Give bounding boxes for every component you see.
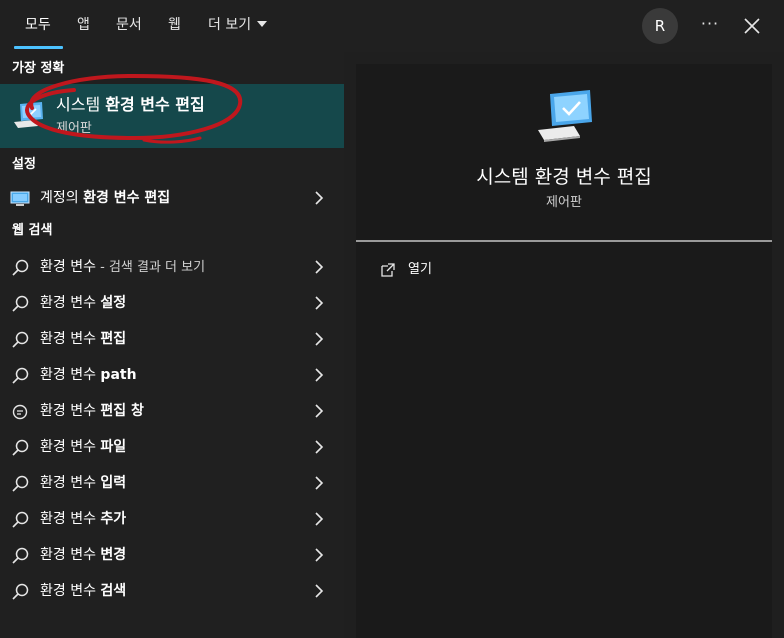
web-result-prefix: 환경 변수 bbox=[40, 439, 101, 455]
search-icon bbox=[12, 583, 29, 600]
web-result-prefix: 환경 변수 bbox=[40, 259, 96, 275]
chevron-right-icon bbox=[315, 260, 324, 274]
close-icon bbox=[744, 18, 760, 34]
web-result-label: 환경 변수 path bbox=[40, 365, 137, 385]
close-button[interactable] bbox=[740, 14, 764, 38]
more-options-button[interactable]: ··· bbox=[696, 14, 724, 38]
search-icon bbox=[12, 439, 29, 456]
search-icon bbox=[12, 511, 29, 528]
divider bbox=[356, 240, 772, 242]
web-result-label: 환경 변수 편집 bbox=[40, 329, 126, 349]
active-tab-indicator bbox=[14, 46, 63, 49]
chevron-right-icon bbox=[315, 296, 324, 310]
system-properties-icon bbox=[538, 90, 592, 142]
open-action-label: 열기 bbox=[408, 262, 432, 277]
detail-pane: 시스템 환경 변수 편집 제어판 열기 bbox=[356, 64, 772, 638]
web-result-label: 환경 변수 입력 bbox=[40, 473, 126, 493]
best-match-subtitle: 제어판 bbox=[56, 121, 92, 136]
chevron-right-icon bbox=[315, 476, 324, 490]
settings-result-label: 계정의 환경 변수 편집 bbox=[40, 188, 170, 208]
monitor-settings-icon bbox=[10, 191, 30, 206]
best-match-title-prefix: 시스템 bbox=[56, 95, 106, 114]
web-result-more[interactable]: 환경 변수 - 검색 결과 더 보기 bbox=[0, 249, 344, 285]
search-icon bbox=[12, 367, 29, 384]
tab-apps[interactable]: 앱 bbox=[77, 15, 90, 35]
search-icon bbox=[12, 259, 29, 276]
system-properties-icon bbox=[14, 102, 43, 128]
settings-result-bold: 환경 변수 편집 bbox=[83, 190, 171, 206]
chevron-right-icon bbox=[315, 368, 324, 382]
web-result-prefix: 환경 변수 bbox=[40, 511, 101, 527]
web-result-add[interactable]: 환경 변수 추가 bbox=[0, 501, 344, 537]
tab-web[interactable]: 웹 bbox=[168, 15, 181, 35]
web-result-bold: 검색 bbox=[100, 583, 127, 599]
chevron-right-icon bbox=[315, 404, 324, 418]
detail-title: 시스템 환경 변수 편집 bbox=[476, 166, 652, 188]
web-result-bold: path bbox=[100, 367, 137, 383]
web-result-settings[interactable]: 환경 변수 설정 bbox=[0, 285, 344, 321]
web-result-edit[interactable]: 환경 변수 편집 bbox=[0, 321, 344, 357]
chevron-right-icon bbox=[315, 191, 324, 205]
open-external-icon bbox=[381, 263, 395, 277]
web-result-bold: 편집 창 bbox=[100, 403, 144, 419]
tab-all[interactable]: 모두 bbox=[25, 15, 51, 35]
search-header: 모두 앱 문서 웹 더 보기 R ··· bbox=[0, 0, 784, 52]
web-result-bold: 입력 bbox=[100, 475, 127, 491]
web-result-label: 환경 변수 - 검색 결과 더 보기 bbox=[40, 257, 205, 277]
chevron-down-icon bbox=[257, 21, 268, 27]
web-result-label: 환경 변수 편집 창 bbox=[40, 401, 144, 421]
chevron-right-icon bbox=[315, 440, 324, 454]
web-result-label: 환경 변수 변경 bbox=[40, 545, 126, 565]
web-result-prefix: 환경 변수 bbox=[40, 547, 101, 563]
tab-more[interactable]: 더 보기 bbox=[208, 15, 268, 35]
web-result-bold: 설정 bbox=[100, 295, 127, 311]
web-result-path[interactable]: 환경 변수 path bbox=[0, 357, 344, 393]
results-pane: 가장 정확 시스템 환경 변수 편집 제어판 설정 계정의 환경 변수 편집 웹… bbox=[0, 52, 344, 638]
web-result-bold: 추가 bbox=[100, 511, 127, 527]
chevron-right-icon bbox=[315, 548, 324, 562]
web-result-prefix: 환경 변수 bbox=[40, 295, 101, 311]
web-result-bold: 편집 bbox=[100, 331, 127, 347]
section-web-search: 웹 검색 bbox=[12, 223, 53, 238]
open-action[interactable]: 열기 bbox=[376, 260, 576, 282]
best-match-result[interactable]: 시스템 환경 변수 편집 제어판 bbox=[0, 84, 344, 148]
search-icon bbox=[12, 295, 29, 312]
web-result-label: 환경 변수 검색 bbox=[40, 581, 126, 601]
search-icon bbox=[12, 475, 29, 492]
tab-more-label: 더 보기 bbox=[208, 17, 252, 33]
chevron-right-icon bbox=[315, 584, 324, 598]
web-result-bold: 변경 bbox=[100, 547, 127, 563]
web-result-input[interactable]: 환경 변수 입력 bbox=[0, 465, 344, 501]
web-result-prefix: 환경 변수 bbox=[40, 403, 101, 419]
search-icon bbox=[12, 547, 29, 564]
web-result-prefix: 환경 변수 bbox=[40, 367, 101, 383]
section-settings: 설정 bbox=[12, 157, 36, 172]
avatar[interactable]: R bbox=[642, 8, 678, 44]
web-result-prefix: 환경 변수 bbox=[40, 331, 101, 347]
section-best-match: 가장 정확 bbox=[12, 61, 65, 76]
web-result-file[interactable]: 환경 변수 파일 bbox=[0, 429, 344, 465]
web-result-label: 환경 변수 파일 bbox=[40, 437, 126, 457]
detail-subtitle: 제어판 bbox=[546, 195, 582, 210]
settings-result-prefix: 계정의 bbox=[40, 190, 84, 206]
web-result-prefix: 환경 변수 bbox=[40, 583, 101, 599]
web-result-prefix: 환경 변수 bbox=[40, 475, 101, 491]
web-result-label: 환경 변수 추가 bbox=[40, 509, 126, 529]
web-result-bold: 파일 bbox=[100, 439, 127, 455]
web-result-edit-window[interactable]: 환경 변수 편집 창 bbox=[0, 393, 344, 429]
web-result-label: 환경 변수 설정 bbox=[40, 293, 126, 313]
web-result-suffix: - 검색 결과 더 보기 bbox=[95, 260, 206, 275]
best-match-title: 시스템 환경 변수 편집 bbox=[56, 94, 205, 116]
tab-documents[interactable]: 문서 bbox=[116, 15, 142, 35]
chat-search-icon bbox=[12, 404, 28, 420]
settings-result[interactable]: 계정의 환경 변수 편집 bbox=[0, 180, 344, 216]
web-result-change[interactable]: 환경 변수 변경 bbox=[0, 537, 344, 573]
chevron-right-icon bbox=[315, 512, 324, 526]
web-result-search[interactable]: 환경 변수 검색 bbox=[0, 573, 344, 609]
best-match-title-bold: 환경 변수 편집 bbox=[105, 95, 205, 114]
search-icon bbox=[12, 331, 29, 348]
chevron-right-icon bbox=[315, 332, 324, 346]
